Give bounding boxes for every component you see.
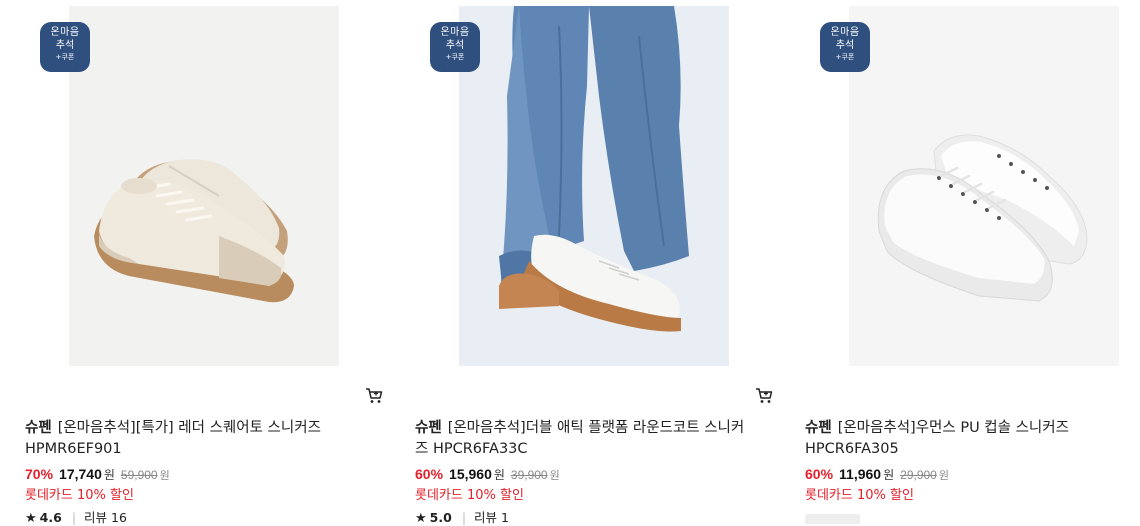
coupon-badge: 온마음 추석 +쿠폰 [430, 22, 480, 72]
discount-rate: 60% [805, 466, 834, 482]
star-icon: ★ [25, 511, 37, 526]
brand-name: 슈펜 [415, 420, 442, 436]
product-name: [온마음추석]더블 애틱 플랫폼 라운드코트 스니커 [447, 420, 745, 436]
product-code: HPMR6EF901 [25, 441, 122, 457]
currency: 원 [159, 469, 170, 482]
coupon-badge: 온마음 추석 +쿠폰 [820, 22, 870, 72]
original-price: 29,900 [900, 468, 937, 482]
product-card[interactable]: 온마음 추석 +쿠폰 [780, 0, 1140, 524]
product-card[interactable]: 온마음 추석 +쿠폰 [0, 0, 383, 526]
price-row: 70% 17,740 원 59,900 원 [25, 466, 170, 483]
add-to-cart-button[interactable] [755, 387, 773, 405]
sale-price: 17,740 [59, 466, 102, 482]
rating-row: ★ 5.0 | 리뷰 1 [415, 507, 509, 526]
star-icon: ★ [415, 511, 427, 526]
badge-line1: 온마음 [830, 27, 860, 38]
product-title[interactable]: 슈펜 [온마음추석][특가] 레더 스퀘어토 스니커즈 HPMR6EF901 [25, 418, 355, 460]
currency: 원 [549, 469, 560, 482]
badge-line2: 추석 [55, 40, 75, 51]
rating-row: ★ 4.6 | 리뷰 16 [25, 507, 127, 526]
price-row: 60% 11,960 원 29,900 원 [805, 466, 949, 483]
product-title[interactable]: 슈펜 [온마음추석]더블 애틱 플랫폼 라운드코트 스니커 즈 HPCR6FA33… [415, 418, 745, 460]
product-image[interactable] [459, 6, 729, 366]
price-row: 60% 15,960 원 39,900 원 [415, 466, 560, 483]
product-title[interactable]: 슈펜 [온마음추석]우먼스 PU 컵솔 스니커즈 HPCR6FA305 [805, 418, 1135, 460]
card-discount: 롯데카드 10% 할인 [415, 488, 524, 503]
badge-line3: +쿠폰 [55, 53, 75, 61]
sale-price: 11,960 [839, 466, 882, 482]
product-image[interactable] [849, 6, 1119, 366]
badge-line3: +쿠폰 [445, 53, 465, 61]
coupon-badge: 온마음 추석 +쿠폰 [40, 22, 90, 72]
badge-line2: 추석 [445, 40, 465, 51]
original-price: 59,900 [120, 468, 158, 482]
product-name: [온마음추석][특가] 레더 스퀘어토 스니커즈 [57, 420, 321, 436]
discount-rate: 60% [415, 466, 444, 482]
card-discount: 롯데카드 10% 할인 [805, 488, 914, 503]
sale-price: 15,960 [449, 466, 492, 482]
product-code: HPCR6FA305 [805, 441, 899, 457]
currency: 원 [883, 468, 895, 482]
badge-line3: +쿠폰 [835, 53, 855, 61]
original-price: 39,900 [510, 468, 548, 482]
badge-line2: 추석 [835, 40, 855, 51]
product-name: [온마음추석]우먼스 PU 컵솔 스니커즈 [837, 420, 1069, 436]
currency: 원 [938, 469, 949, 482]
add-to-cart-button[interactable] [365, 387, 383, 405]
product-image[interactable] [69, 6, 339, 366]
badge-line1: 온마음 [50, 27, 80, 38]
discount-rate: 70% [25, 466, 54, 482]
brand-name: 슈펜 [805, 420, 832, 436]
brand-name: 슈펜 [25, 420, 52, 436]
badge-line1: 온마음 [440, 27, 470, 38]
cart-icon [756, 388, 773, 403]
product-card[interactable]: 온마음 추석 +쿠폰 [390, 0, 773, 526]
cart-icon [366, 388, 383, 403]
product-code: 즈 HPCR6FA33C [415, 441, 528, 457]
currency: 원 [103, 468, 115, 482]
card-discount: 롯데카드 10% 할인 [25, 488, 134, 503]
currency: 원 [493, 468, 505, 482]
